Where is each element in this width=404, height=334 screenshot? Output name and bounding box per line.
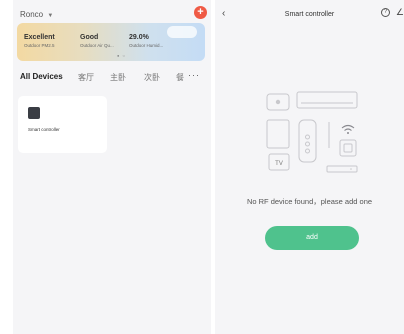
air-conditioner-icon	[296, 91, 358, 109]
tab-living-room[interactable]: 客厅	[78, 72, 94, 83]
weather-value: 29.0%	[129, 34, 149, 41]
tab-second-bedroom[interactable]: 次卧	[144, 72, 160, 83]
weather-label: Outdoor Humid...	[129, 43, 164, 48]
weather-humidity: 29.0% Outdoor Humid...	[129, 34, 163, 48]
weather-label: Outdoor Air Qu...	[80, 43, 114, 48]
weather-card[interactable]: Excellent Outdoor PM2.5 Good Outdoor Air…	[17, 23, 205, 61]
controller-icon	[28, 107, 40, 119]
add-button[interactable]: add	[265, 226, 359, 250]
weather-value: Good	[80, 34, 99, 41]
set-top-box-icon	[339, 139, 357, 157]
weather-label: Outdoor PM2.5	[24, 43, 55, 48]
tab-all-devices[interactable]: All Devices	[20, 72, 63, 81]
home-selector[interactable]: Ronco ▼	[20, 10, 53, 19]
caret-down-icon: ▼	[47, 13, 54, 19]
tablet-icon	[266, 119, 290, 149]
home-panel: Ronco ▼ + Excellent Outdoor PM2.5 Good O…	[13, 0, 211, 334]
weather-air-quality: Good Outdoor Air Qu...	[80, 34, 114, 48]
remote-icon	[298, 119, 317, 163]
empty-message: No RF device found，please add one	[246, 197, 373, 206]
room-tabs: All Devices 客厅 主卧 次卧 餐 ···	[20, 70, 208, 84]
device-card[interactable]: Smart controller	[18, 96, 107, 153]
weather-pm25: Excellent Outdoor PM2.5	[24, 34, 55, 48]
page-indicator: ● ○	[117, 53, 126, 58]
more-icon[interactable]: ···	[188, 70, 200, 80]
controller-panel: ‹ Smart controller ? ∠ TV No RF device f…	[215, 0, 404, 334]
soundbar-icon	[326, 165, 358, 173]
cloud-decoration	[167, 26, 197, 38]
tv-label: TV	[275, 161, 283, 167]
device-name: Smart controller	[28, 127, 60, 132]
home-name: Ronco	[20, 10, 44, 19]
tab-master-bedroom[interactable]: 主卧	[110, 72, 126, 83]
add-device-button[interactable]: +	[194, 6, 207, 19]
plus-icon: +	[197, 6, 204, 18]
tab-dining[interactable]: 餐	[176, 72, 184, 83]
empty-devices-illustration: TV	[266, 91, 358, 173]
wifi-icon	[341, 124, 355, 131]
weather-value: Excellent	[24, 34, 55, 41]
